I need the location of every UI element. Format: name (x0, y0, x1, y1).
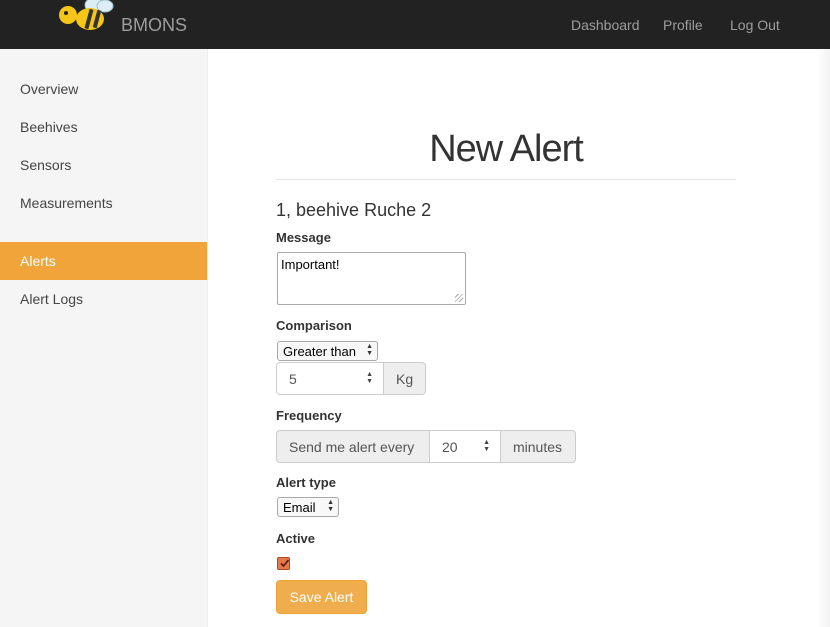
comparison-value-input[interactable]: 5 ▲ ▼ (276, 362, 384, 395)
nav-logout[interactable]: Log Out (730, 17, 780, 33)
beehive-subtitle: 1, beehive Ruche 2 (276, 200, 432, 220)
spinner-arrows-icon[interactable]: ▲ ▼ (483, 439, 490, 453)
comparison-select[interactable]: Greater than ▲ ▼ (277, 341, 378, 361)
message-label: Message (276, 230, 331, 245)
frequency-value-input[interactable]: 20 ▲ ▼ (430, 430, 501, 463)
sidebar-item-alerts[interactable]: Alerts (0, 242, 207, 280)
alert-type-select[interactable]: Email ▲ ▼ (277, 497, 339, 517)
save-alert-button[interactable]: Save Alert (276, 580, 367, 614)
message-textarea[interactable]: Important! (277, 252, 466, 305)
brand-name[interactable]: BMONS (121, 15, 187, 36)
frequency-value: 20 (442, 438, 458, 455)
sidebar: Overview Beehives Sensors Measurements A… (0, 49, 208, 627)
frequency-group: Send me alert every 20 ▲ ▼ minutes (276, 430, 576, 463)
sidebar-item-alert-logs[interactable]: Alert Logs (0, 280, 207, 318)
bee-icon[interactable] (56, 0, 116, 36)
select-arrows-icon: ▲ ▼ (327, 499, 334, 513)
sidebar-item-overview[interactable]: Overview (0, 70, 207, 108)
sidebar-item-measurements[interactable]: Measurements (0, 184, 207, 222)
resize-grip-icon[interactable] (455, 294, 463, 302)
top-navbar: BMONS Dashboard Profile Log Out (0, 0, 830, 49)
select-arrows-icon: ▲ ▼ (366, 343, 373, 357)
nav-profile[interactable]: Profile (663, 17, 703, 33)
alert-type-label: Alert type (276, 475, 336, 490)
unit-addon: Kg (384, 362, 426, 395)
sidebar-item-sensors[interactable]: Sensors (0, 146, 207, 184)
active-label: Active (276, 531, 316, 546)
frequency-label: Frequency (276, 408, 342, 423)
page-title: New Alert (429, 128, 584, 170)
alert-type-selected-value: Email (283, 500, 316, 515)
frequency-suffix-addon: minutes (501, 430, 576, 463)
active-checkbox[interactable] (277, 557, 290, 570)
comparison-selected-value: Greater than (283, 344, 356, 359)
spinner-arrows-icon[interactable]: ▲ ▼ (366, 371, 373, 385)
frequency-prefix-addon: Send me alert every (276, 430, 430, 463)
check-icon (280, 559, 290, 568)
message-text: Important! (281, 257, 340, 272)
sidebar-item-beehives[interactable]: Beehives (0, 108, 207, 146)
comparison-value-group: 5 ▲ ▼ Kg (276, 362, 426, 395)
title-divider (276, 179, 736, 180)
comparison-label: Comparison (276, 318, 352, 333)
comparison-value: 5 (289, 370, 297, 387)
main-edge-shadow (816, 49, 830, 627)
nav-dashboard[interactable]: Dashboard (571, 17, 640, 33)
